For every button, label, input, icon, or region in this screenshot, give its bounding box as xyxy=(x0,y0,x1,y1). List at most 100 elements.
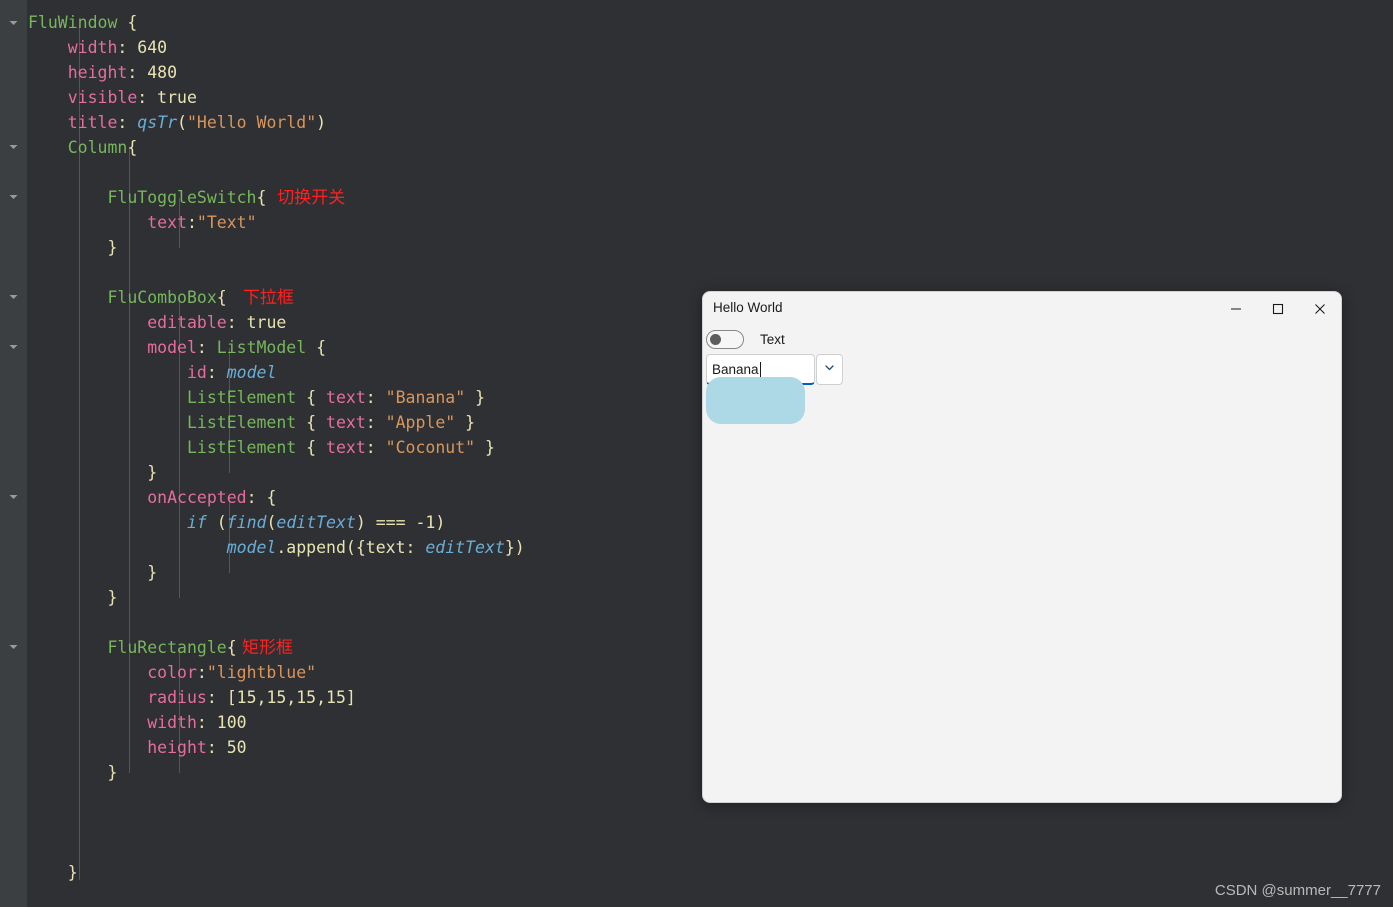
code-line[interactable]: ListElement { text: "Banana" } xyxy=(28,385,485,410)
code-line[interactable]: id: model xyxy=(28,360,276,385)
chevron-down-icon xyxy=(9,145,18,149)
toggle-switch-knob xyxy=(710,333,721,345)
code-token: { xyxy=(127,138,138,157)
code-token: [15,15,15,15] xyxy=(226,688,356,707)
toggle-switch-row: Text xyxy=(706,325,785,353)
code-token: } xyxy=(147,563,158,582)
code-token: if xyxy=(186,513,207,532)
code-line[interactable]: } xyxy=(28,235,117,260)
code-token: model xyxy=(147,338,197,357)
code-token: 480 xyxy=(147,63,178,82)
code-line[interactable]: visible: true xyxy=(28,85,197,110)
code-token: text xyxy=(326,413,366,432)
chevron-down-icon xyxy=(9,495,18,499)
code-line[interactable]: ListElement { text: "Apple" } xyxy=(28,410,475,435)
code-token: FluToggleSwitch xyxy=(107,188,257,207)
code-line[interactable]: } xyxy=(28,460,157,485)
code-line[interactable]: onAccepted: { xyxy=(28,485,276,510)
code-token: find xyxy=(226,513,267,532)
code-token: ListElement xyxy=(186,438,297,457)
code-line[interactable]: color:"lightblue" xyxy=(28,660,316,685)
code-token: width xyxy=(147,713,197,732)
code-token: { xyxy=(256,188,267,207)
code-token: text xyxy=(147,213,187,232)
fold-arrow-onaccepted[interactable] xyxy=(6,489,21,504)
close-button[interactable] xyxy=(1299,292,1341,325)
maximize-button[interactable] xyxy=(1257,292,1299,325)
code-token: } xyxy=(107,238,118,257)
code-token: : xyxy=(365,388,386,407)
code-token: ListElement xyxy=(186,388,297,407)
code-line[interactable]: } xyxy=(28,585,117,610)
fold-arrow-fluwindow[interactable] xyxy=(6,15,21,30)
code-token: radius xyxy=(147,688,207,707)
fold-arrow-flurectangle[interactable] xyxy=(6,639,21,654)
code-token: FluRectangle xyxy=(107,638,227,657)
code-token: text xyxy=(326,438,366,457)
code-token: : xyxy=(117,113,138,132)
code-line[interactable]: Column{ xyxy=(28,135,138,160)
code-line[interactable]: model: ListModel { xyxy=(28,335,326,360)
fold-arrow-flutoggleswitch[interactable] xyxy=(6,189,21,204)
fold-arrow-listmodel[interactable] xyxy=(6,339,21,354)
code-token: true xyxy=(246,313,287,332)
code-token: : xyxy=(117,38,138,57)
code-line[interactable]: FluToggleSwitch{ 切换开关 xyxy=(28,185,345,210)
code-token: 100 xyxy=(216,713,247,732)
code-token: : xyxy=(365,413,386,432)
code-token: 640 xyxy=(137,38,168,57)
code-token: { xyxy=(216,288,227,307)
combobox-dropdown-button[interactable] xyxy=(816,354,843,385)
code-line[interactable]: text:"Text" xyxy=(28,210,257,235)
code-token: "Coconut" xyxy=(385,438,476,457)
code-token: width xyxy=(67,38,118,57)
editor-gutter[interactable] xyxy=(0,0,27,907)
code-line[interactable]: radius: [15,15,15,15] xyxy=(28,685,356,710)
code-line[interactable]: width: 100 xyxy=(28,710,247,735)
code-line[interactable]: } xyxy=(28,760,117,785)
code-line[interactable]: FluRectangle{ 矩形框 xyxy=(28,635,293,660)
code-token: ) === -1) xyxy=(355,513,446,532)
code-token: id xyxy=(186,363,207,382)
minimize-button[interactable] xyxy=(1215,292,1257,325)
chevron-down-icon xyxy=(9,195,18,199)
code-line[interactable]: height: 50 xyxy=(28,735,246,760)
toggle-switch-label: Text xyxy=(760,331,785,347)
code-line[interactable]: FluComboBox{ 下拉框 xyxy=(28,285,293,310)
code-token: height xyxy=(147,738,207,757)
code-line[interactable]: height: 480 xyxy=(28,60,177,85)
code-line[interactable]: ListElement { text: "Coconut" } xyxy=(28,435,495,460)
code-line[interactable]: editable: true xyxy=(28,310,286,335)
code-token: : xyxy=(226,313,247,332)
code-token: FluWindow xyxy=(28,13,118,32)
window-titlebar[interactable]: Hello World xyxy=(703,292,1341,325)
code-line[interactable]: } xyxy=(28,860,78,885)
code-line[interactable]: width: 640 xyxy=(28,35,167,60)
code-token: ) xyxy=(316,113,327,132)
toggle-switch[interactable] xyxy=(706,329,744,349)
code-line[interactable]: model.append({text: editText}) xyxy=(28,535,525,560)
code-line[interactable]: if (find(editText) === -1) xyxy=(28,510,445,535)
fold-arrow-column[interactable] xyxy=(6,139,21,154)
application-window[interactable]: Hello World Text Banana xyxy=(702,291,1342,803)
code-line[interactable]: title: qsTr("Hello World") xyxy=(28,110,326,135)
code-line[interactable]: } xyxy=(28,560,157,585)
code-token: true xyxy=(157,88,197,107)
fold-arrow-flucombobox[interactable] xyxy=(6,289,21,304)
code-line[interactable]: FluWindow { xyxy=(28,10,137,35)
code-token: } xyxy=(475,438,495,457)
code-token: "Text" xyxy=(196,213,257,232)
